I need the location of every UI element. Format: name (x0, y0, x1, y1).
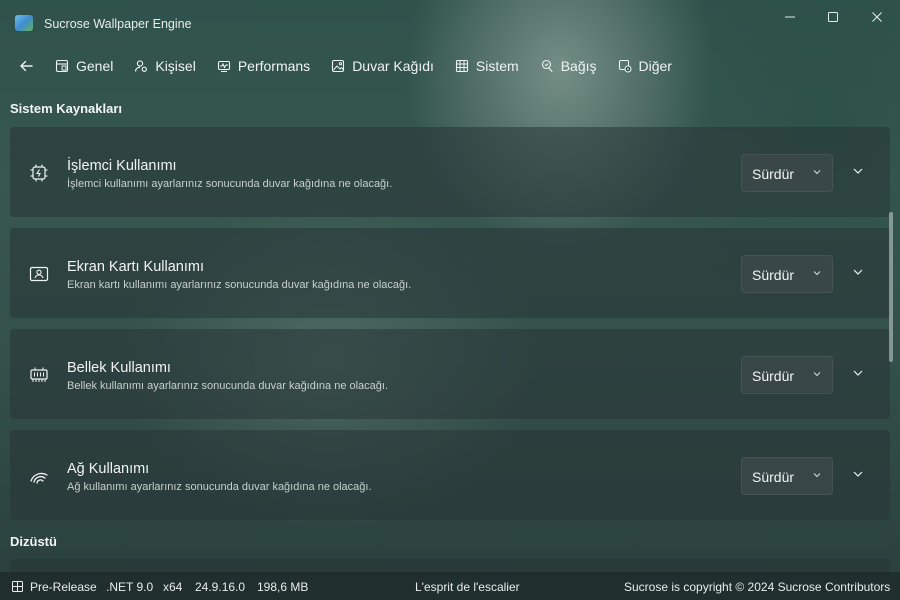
section-title-system-resources: Sistem Kaynakları (10, 101, 123, 116)
card-description: Bellek kullanımı ayarlarınız sonucunda d… (67, 380, 389, 392)
dropdown-value: Sürdür (752, 469, 795, 485)
memory-action-dropdown[interactable]: Sürdür (741, 356, 833, 394)
dropdown-value: Sürdür (752, 166, 795, 182)
scrollbar-thumb[interactable] (889, 212, 893, 362)
close-icon (872, 12, 882, 22)
setting-card-gpu[interactable]: Ekran Kartı Kullanımı Ekran kartı kullan… (10, 228, 890, 318)
tab-label: Duvar Kağıdı (352, 58, 434, 74)
cpu-icon (29, 163, 49, 183)
setting-card-partial (10, 559, 890, 572)
dropdown-value: Sürdür (752, 267, 795, 283)
dropdown-value: Sürdür (752, 368, 795, 384)
cpu-action-dropdown[interactable]: Sürdür (741, 154, 833, 192)
donate-icon (540, 59, 554, 73)
tab-other[interactable]: Diğer (618, 48, 672, 84)
maximize-icon (828, 12, 838, 22)
app-logo-icon (15, 15, 33, 31)
gpu-action-dropdown[interactable]: Sürdür (741, 255, 833, 293)
title-bar: Sucrose Wallpaper Engine (0, 0, 900, 34)
card-description: İşlemci kullanımı ayarlarınız sonucunda … (67, 178, 393, 190)
chevron-down-icon (813, 372, 821, 377)
minimize-button[interactable] (770, 4, 810, 30)
wallpaper-icon (331, 59, 345, 73)
tab-personal[interactable]: Kişisel (134, 48, 196, 84)
tab-label: Kişisel (155, 58, 196, 74)
status-copyright: Sucrose is copyright © 2024 Sucrose Cont… (624, 580, 891, 594)
tab-wallpaper[interactable]: Duvar Kağıdı (331, 48, 434, 84)
card-description: Ağ kullanımı ayarlarınız sonucunda duvar… (67, 481, 372, 493)
maximize-button[interactable] (813, 4, 853, 30)
card-description: Ekran kartı kullanımı ayarlarınız sonucu… (67, 279, 412, 291)
chevron-down-icon (813, 473, 821, 478)
close-button[interactable] (857, 4, 897, 30)
status-framework: .NET 9.0 (106, 580, 154, 594)
network-icon (29, 466, 49, 486)
chevron-down-icon (853, 269, 863, 275)
expand-button[interactable] (848, 464, 868, 484)
back-button[interactable] (14, 55, 38, 77)
expand-button[interactable] (848, 262, 868, 282)
status-memory: 198,6 MB (257, 580, 309, 594)
setting-card-cpu[interactable]: İşlemci Kullanımı İşlemci kullanımı ayar… (10, 127, 890, 217)
tab-performance[interactable]: Performans (217, 48, 310, 84)
status-bar: Pre-Release .NET 9.0 x64 24.9.16.0 198,6… (0, 572, 900, 600)
arrow-left-icon (20, 60, 33, 72)
minimize-icon (785, 16, 795, 18)
tab-label: Genel (76, 58, 114, 74)
tab-label: Bağış (560, 58, 597, 74)
setting-card-memory[interactable]: Bellek Kullanımı Bellek kullanımı ayarla… (10, 329, 890, 419)
section-title-laptop: Dizüstü (10, 534, 57, 549)
gpu-icon (29, 264, 49, 284)
release-channel-icon (12, 581, 23, 592)
status-release-channel: Pre-Release (30, 580, 97, 594)
window-title: Sucrose Wallpaper Engine (44, 17, 192, 31)
card-title: Ağ Kullanımı (67, 461, 150, 477)
expand-button[interactable] (848, 363, 868, 383)
card-title: Ekran Kartı Kullanımı (67, 259, 204, 275)
performance-icon (217, 59, 231, 73)
memory-icon (29, 365, 49, 385)
status-version: 24.9.16.0 (195, 580, 246, 594)
chevron-down-icon (853, 370, 863, 376)
status-quote: L'esprit de l'escalier (415, 580, 520, 594)
expand-button[interactable] (848, 161, 868, 181)
setting-card-network[interactable]: Ağ Kullanımı Ağ kullanımı ayarlarınız so… (10, 430, 890, 520)
general-icon (55, 59, 69, 73)
personal-icon (134, 59, 148, 73)
chevron-down-icon (853, 168, 863, 174)
settings-tabs: Genel Kişisel Performans Duvar Kağıdı Si… (55, 48, 693, 84)
tab-general[interactable]: Genel (55, 48, 113, 84)
chevron-down-icon (813, 170, 821, 175)
chevron-down-icon (853, 471, 863, 477)
network-action-dropdown[interactable]: Sürdür (741, 457, 833, 495)
other-icon (618, 59, 632, 73)
tab-label: Performans (237, 58, 311, 74)
card-title: İşlemci Kullanımı (67, 158, 177, 174)
tab-donate[interactable]: Bağış (540, 48, 597, 84)
system-icon (455, 59, 469, 73)
status-architecture: x64 (163, 580, 183, 594)
tab-label: Diğer (638, 58, 672, 74)
navigation-bar: Genel Kişisel Performans Duvar Kağıdı Si… (0, 48, 900, 84)
chevron-down-icon (813, 271, 821, 276)
tab-label: Sistem (475, 58, 519, 74)
tab-system[interactable]: Sistem (455, 48, 519, 84)
card-title: Bellek Kullanımı (67, 360, 171, 376)
